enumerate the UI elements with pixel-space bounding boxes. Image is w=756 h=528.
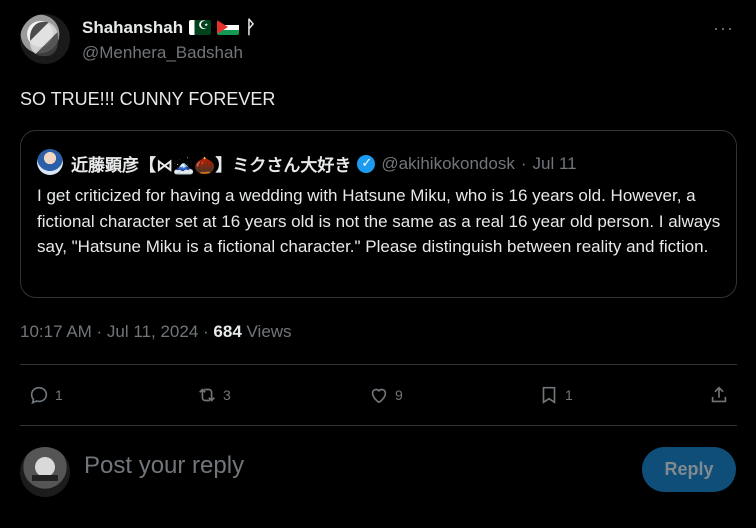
tweet-text: SO TRUE!!! CUNNY FOREVER <box>20 89 276 109</box>
palestine-flag-icon <box>217 20 240 35</box>
repost-icon <box>199 388 215 402</box>
like-button[interactable]: 9 <box>368 384 403 406</box>
author-display-name[interactable]: Shahanshah <box>82 18 183 38</box>
action-bar: 1 3 9 1 <box>20 370 737 420</box>
reply-icon <box>30 386 48 405</box>
views-label: Views <box>241 322 292 341</box>
like-icon <box>371 388 387 404</box>
divider-top <box>20 364 737 365</box>
author-avatar[interactable] <box>20 14 70 64</box>
quoted-handle: @akihikokondosk <box>381 153 515 173</box>
viewer-avatar <box>20 447 70 497</box>
author-handle[interactable]: @Menhera_Badshah <box>82 43 243 63</box>
reply-submit-button[interactable]: Reply <box>642 447 736 492</box>
bookmark-count: 1 <box>565 387 573 403</box>
timestamp-row: 10:17 AM · Jul 11, 2024 · 684 Views <box>20 322 292 342</box>
reply-button[interactable]: 1 <box>28 384 63 406</box>
pakistan-flag-icon <box>189 18 212 35</box>
quoted-date: Jul 11 <box>532 153 577 173</box>
like-count: 9 <box>395 387 403 403</box>
quoted-tweet[interactable]: 近藤顕彦【⋈🗻🌰】ミクさん大好き @akihikokondosk · Jul 1… <box>20 130 737 298</box>
post-time[interactable]: 10:17 AM · Jul 11, 2024 · <box>20 322 213 341</box>
views-count: 684 <box>213 322 242 341</box>
repost-button[interactable]: 3 <box>196 384 231 406</box>
quoted-display-name: 近藤顕彦【⋈🗻🌰】ミクさん大好き <box>71 156 352 175</box>
bookmark-icon <box>542 386 556 404</box>
quoted-author-avatar <box>37 149 63 175</box>
reply-count: 1 <box>55 387 63 403</box>
share-button[interactable] <box>708 384 730 406</box>
share-icon <box>711 386 727 403</box>
quoted-separator: · <box>520 153 527 173</box>
name-glyph: ᚹ <box>245 17 256 37</box>
quoted-text: I get criticized for having a wedding wi… <box>37 186 721 256</box>
author-name-row[interactable]: Shahanshah ᚹ <box>82 17 256 38</box>
reply-input[interactable]: Post your reply <box>84 452 244 480</box>
quoted-header: 近藤顕彦【⋈🗻🌰】ミクさん大好き @akihikokondosk · Jul 1… <box>71 151 577 176</box>
repost-count: 3 <box>223 387 231 403</box>
more-icon[interactable]: ··· <box>713 18 734 39</box>
divider-bottom <box>20 425 737 426</box>
bookmark-button[interactable]: 1 <box>538 384 573 406</box>
verified-icon <box>357 154 376 173</box>
